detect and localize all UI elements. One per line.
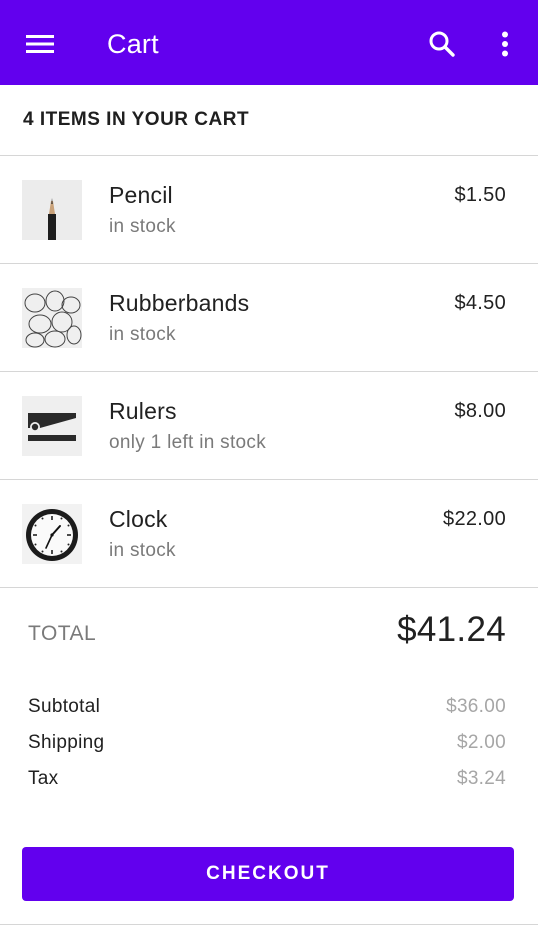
item-stock-status: in stock <box>109 540 176 561</box>
total-label: TOTAL <box>28 622 97 645</box>
app-bar: Cart <box>0 0 538 85</box>
tax-row: Tax $3.24 <box>28 768 506 796</box>
cart-item-count: 4 ITEMS IN YOUR CART <box>23 109 250 130</box>
bottom-divider <box>0 924 538 925</box>
search-icon[interactable] <box>422 24 462 64</box>
item-name: Rubberbands <box>109 290 250 316</box>
item-name: Pencil <box>109 182 173 208</box>
item-price: $22.00 <box>443 508 506 530</box>
item-price: $4.50 <box>454 292 506 314</box>
item-price: $1.50 <box>454 184 506 206</box>
shipping-label: Shipping <box>28 732 105 753</box>
item-name: Rulers <box>109 398 177 424</box>
item-stock-status: in stock <box>109 216 176 237</box>
rulers-image <box>22 396 82 456</box>
item-name: Clock <box>109 506 168 532</box>
pencil-image <box>22 180 82 240</box>
subtotal-row: Subtotal $36.00 <box>28 696 506 724</box>
more-vert-icon[interactable] <box>490 24 520 64</box>
item-stock-status: in stock <box>109 324 176 345</box>
menu-icon[interactable] <box>20 24 60 64</box>
subtotal-label: Subtotal <box>28 696 101 717</box>
subtotal-value: $36.00 <box>446 696 506 717</box>
item-stock-status: only 1 left in stock <box>109 432 267 453</box>
tax-value: $3.24 <box>456 768 506 789</box>
checkout-button[interactable]: CHECKOUT <box>22 847 514 901</box>
cart-item-clock[interactable]: Clock in stock $22.00 <box>0 480 538 588</box>
tax-label: Tax <box>28 768 59 789</box>
rubberbands-image <box>22 288 82 348</box>
shipping-value: $2.00 <box>456 732 506 753</box>
clock-image <box>22 504 82 564</box>
page-title: Cart <box>107 29 159 59</box>
shipping-row: Shipping $2.00 <box>28 732 506 760</box>
cart-item-rulers[interactable]: Rulers only 1 left in stock $8.00 <box>0 372 538 480</box>
item-price: $8.00 <box>454 400 506 422</box>
cart-header: 4 ITEMS IN YOUR CART <box>0 85 538 156</box>
total-value: $41.24 <box>397 610 506 649</box>
cart-item-rubberbands[interactable]: Rubberbands in stock $4.50 <box>0 264 538 372</box>
cart-item-pencil[interactable]: Pencil in stock $1.50 <box>0 156 538 264</box>
